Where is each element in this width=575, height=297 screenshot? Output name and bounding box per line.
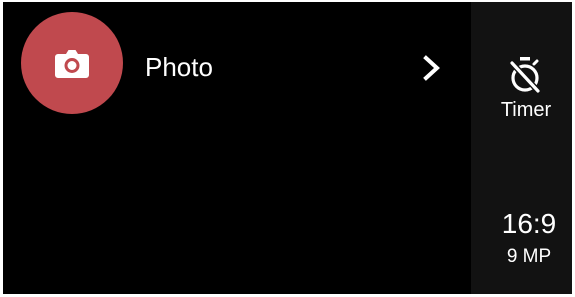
resolution-label: 9 MP	[506, 246, 552, 267]
aspect-ratio-label: 16:9	[501, 208, 557, 239]
camera-settings-screen: Photo Timer 16:9 9 MP	[3, 2, 572, 294]
aspect-ratio-button[interactable]: 16:9 9 MP	[471, 200, 572, 280]
camera-icon	[55, 50, 89, 78]
mode-selector-row[interactable]: Photo	[3, 12, 471, 122]
mode-label: Photo	[145, 52, 213, 82]
chevron-right-icon[interactable]	[421, 55, 443, 81]
timer-off-icon	[509, 57, 541, 94]
main-panel: Photo	[3, 2, 471, 294]
timer-label: Timer	[500, 99, 552, 121]
side-panel: Timer 16:9 9 MP	[471, 2, 572, 294]
mode-circle-button[interactable]	[21, 12, 123, 114]
timer-button[interactable]: Timer	[471, 50, 572, 130]
